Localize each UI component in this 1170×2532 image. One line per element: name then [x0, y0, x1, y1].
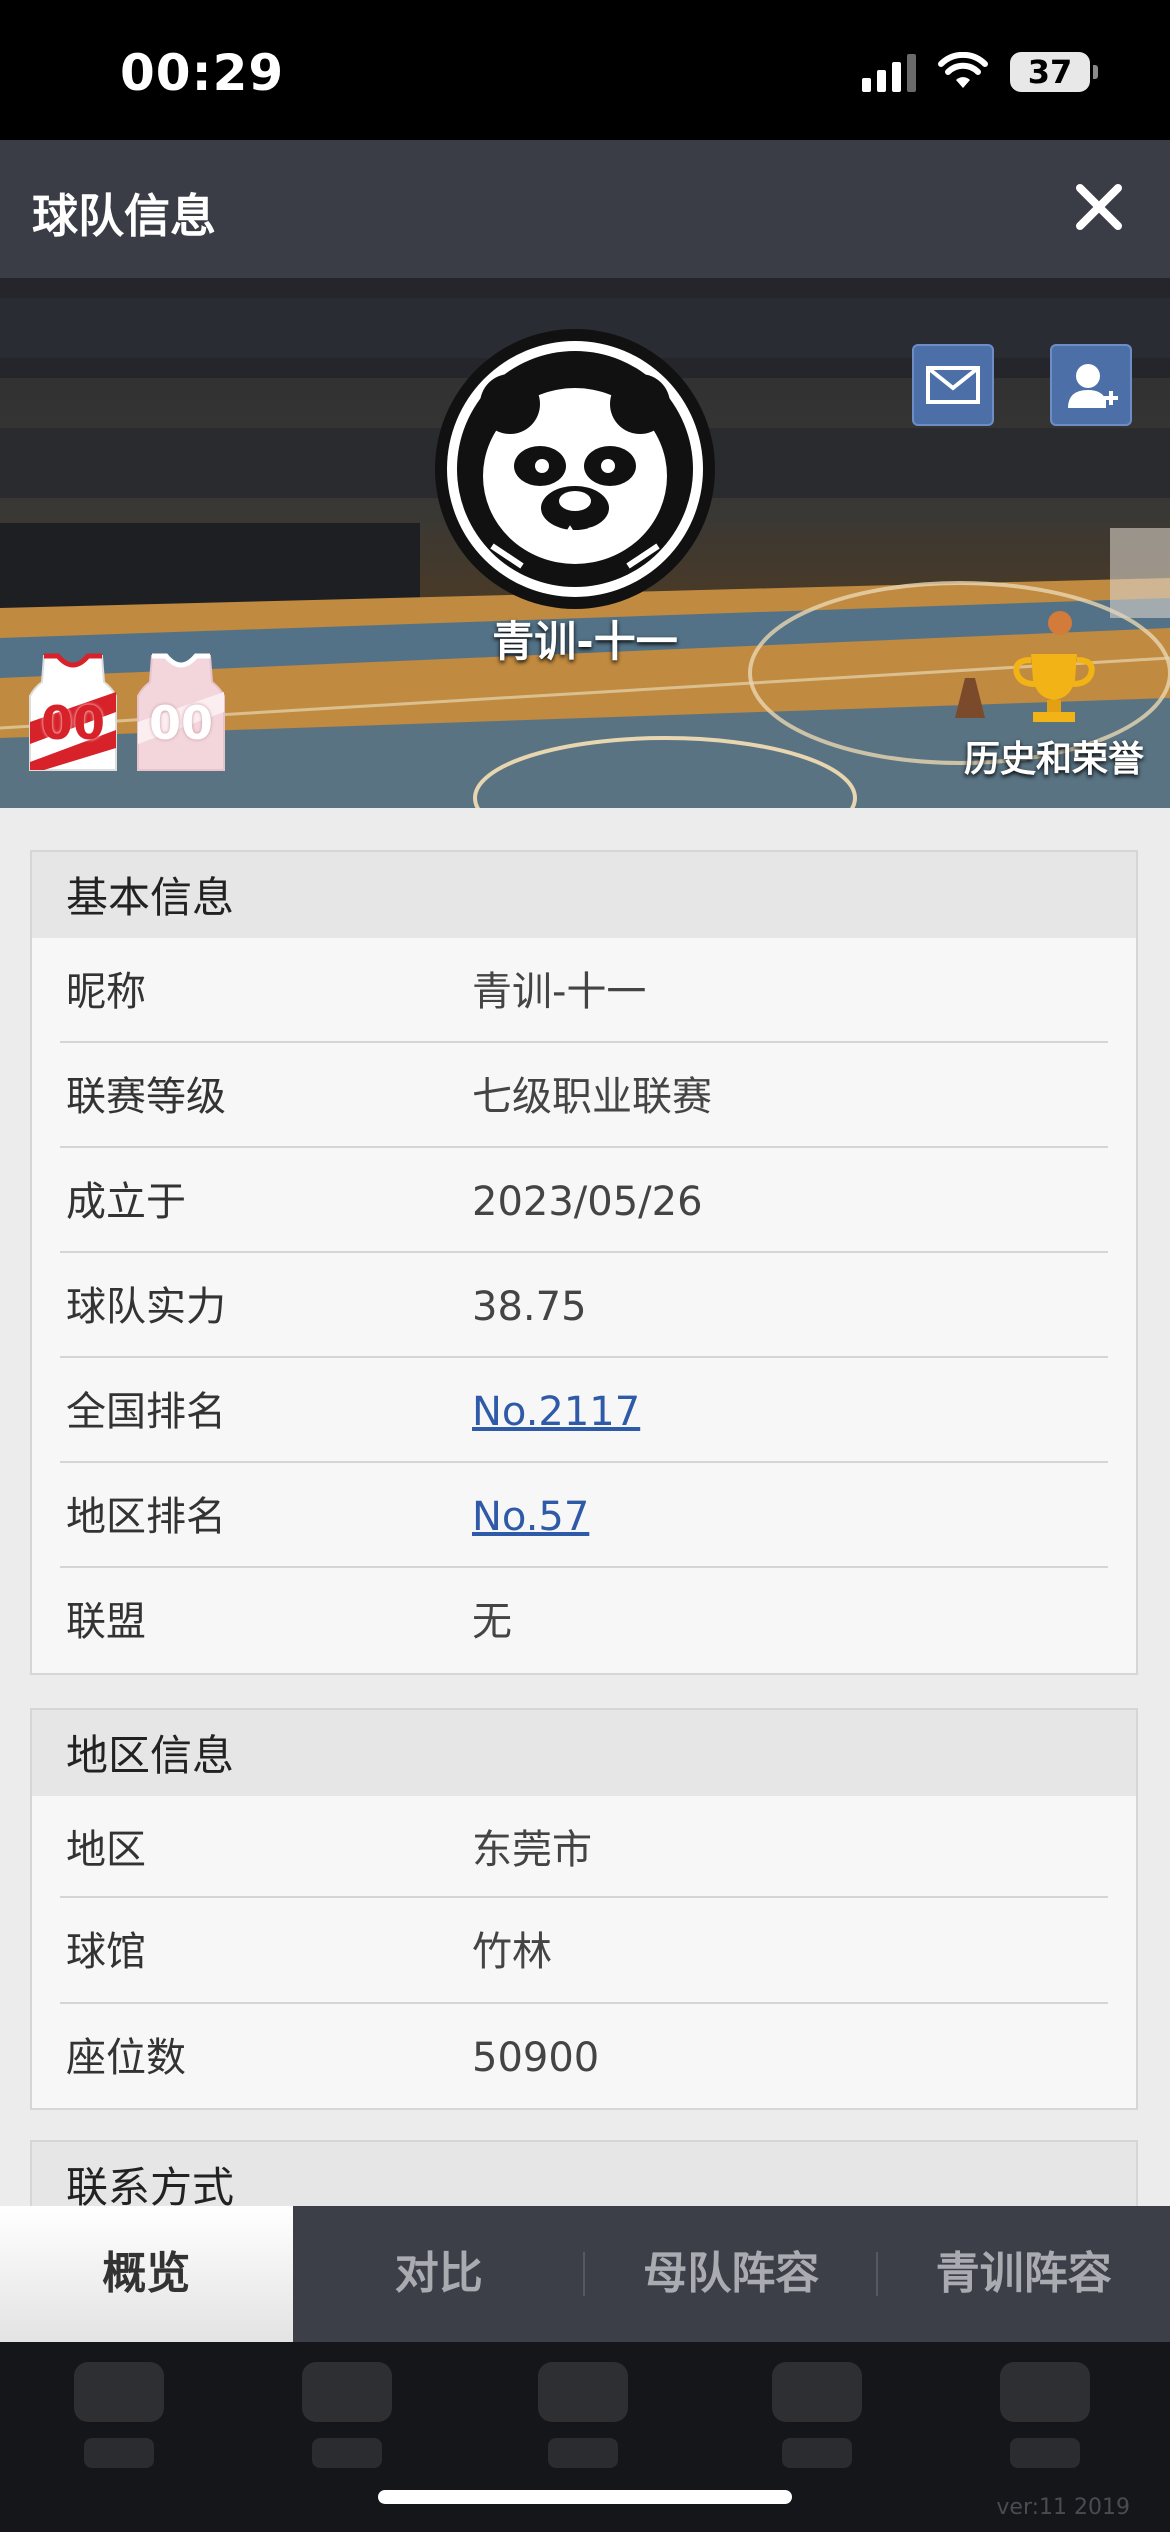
blurred-nav-icon [74, 2362, 164, 2482]
tab-label: 对比 [394, 2248, 483, 2299]
row-label: 昵称 [66, 969, 146, 1015]
trophy-icon [1013, 654, 1095, 722]
tab-youth-roster[interactable]: 青训阵容 [878, 2206, 1170, 2342]
row-value: 东莞市 [472, 1827, 592, 1873]
add-friend-button[interactable] [1050, 344, 1132, 426]
tab-label: 母队阵容 [643, 2248, 820, 2299]
home-jersey[interactable]: 00 [24, 652, 122, 774]
row-label: 座位数 [66, 2035, 186, 2081]
info-row-nickname: 昵称 青训-十一 [60, 938, 1108, 1043]
battery-level: 37 [1027, 53, 1073, 91]
blurred-nav-icon [538, 2362, 628, 2482]
info-row-league-level: 联赛等级 七级职业联赛 [60, 1043, 1108, 1148]
row-label: 全国排名 [66, 1389, 226, 1435]
away-jersey-number: 00 [148, 696, 213, 750]
row-value: 50900 [472, 2035, 600, 2081]
info-row-region: 地区 东莞市 [60, 1796, 1108, 1898]
history-honor-button[interactable]: 历史和荣誉 [954, 650, 1154, 782]
row-value: 青训-十一 [472, 969, 647, 1015]
tab-compare[interactable]: 对比 [293, 2206, 585, 2342]
away-jersey[interactable]: 00 [132, 652, 230, 774]
tab-label: 概览 [102, 2248, 191, 2299]
home-indicator[interactable] [378, 2490, 792, 2504]
row-value: 竹林 [472, 1929, 552, 1975]
contact-title: 联系方式 [32, 2142, 1136, 2206]
info-row-alliance: 联盟 无 [60, 1568, 1108, 1673]
row-value: 38.75 [472, 1284, 587, 1330]
info-row-arena: 球馆 竹林 [60, 1898, 1108, 2004]
row-value: 无 [472, 1599, 512, 1645]
app-header: 球队信息 [0, 140, 1170, 278]
status-time: 00:29 [120, 44, 285, 102]
mail-button[interactable] [912, 344, 994, 426]
blurred-nav-icon [772, 2362, 862, 2482]
tab-main-roster[interactable]: 母队阵容 [585, 2206, 878, 2342]
contact-card: 联系方式 [30, 2140, 1138, 2206]
version-label: ver:11 2019 [996, 2495, 1130, 2520]
basic-info-title: 基本信息 [32, 852, 1136, 938]
close-icon[interactable] [1068, 176, 1130, 238]
row-label: 地区排名 [66, 1494, 226, 1540]
team-logo [435, 329, 715, 609]
tab-label: 青训阵容 [935, 2248, 1112, 2299]
row-value: 七级职业联赛 [472, 1074, 712, 1120]
history-honor-label: 历史和荣誉 [963, 739, 1144, 780]
region-rank-link[interactable]: No.57 [472, 1463, 589, 1571]
content-scroll-area[interactable]: 基本信息 昵称 青训-十一 联赛等级 七级职业联赛 成立于 2023/05/26… [0, 808, 1170, 2206]
add-user-icon [1068, 364, 1118, 408]
info-row-national-rank: 全国排名 No.2117 [60, 1358, 1108, 1463]
row-label: 球队实力 [66, 1284, 226, 1330]
info-row-team-strength: 球队实力 38.75 [60, 1253, 1108, 1358]
basic-info-card: 基本信息 昵称 青训-十一 联赛等级 七级职业联赛 成立于 2023/05/26… [30, 850, 1138, 1675]
info-row-region-rank: 地区排名 No.57 [60, 1463, 1108, 1568]
status-icons: 37 [862, 52, 1098, 92]
page-title: 球队信息 [32, 189, 216, 243]
battery-icon: 37 [1010, 52, 1098, 92]
national-rank-link[interactable]: No.2117 [472, 1358, 640, 1466]
status-bar: 00:29 37 [0, 0, 1170, 140]
row-label: 联赛等级 [66, 1074, 226, 1120]
region-info-card: 地区信息 地区 东莞市 球馆 竹林 座位数 50900 [30, 1708, 1138, 2110]
blurred-nav-icon [1000, 2362, 1090, 2482]
row-label: 地区 [66, 1827, 146, 1873]
tab-overview[interactable]: 概览 [0, 2206, 293, 2342]
info-row-founded: 成立于 2023/05/26 [60, 1148, 1108, 1253]
region-info-title: 地区信息 [32, 1710, 1136, 1796]
cellular-signal-icon [862, 52, 916, 92]
tab-bar: 概览 对比 母队阵容 青训阵容 [0, 2206, 1170, 2342]
home-jersey-number: 00 [40, 696, 105, 750]
row-label: 联盟 [66, 1599, 146, 1645]
row-label: 球馆 [66, 1929, 146, 1975]
mail-icon [926, 366, 980, 404]
wifi-icon [938, 52, 988, 88]
info-row-seats: 座位数 50900 [60, 2004, 1108, 2108]
row-value: 2023/05/26 [472, 1179, 703, 1225]
team-banner: 青训-十一 00 00 历史和荣誉 [0, 278, 1170, 808]
blurred-nav-icon [302, 2362, 392, 2482]
row-label: 成立于 [66, 1179, 186, 1225]
